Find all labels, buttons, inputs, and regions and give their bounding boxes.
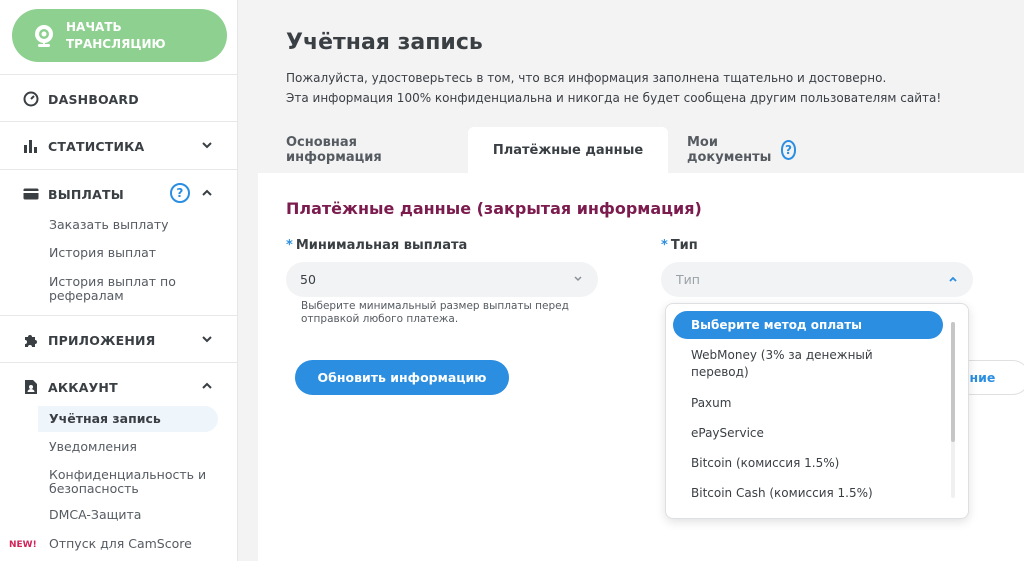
sidebar-item-apps[interactable]: ПРИЛОЖЕНИЯ (22, 329, 222, 351)
tab-payment-data[interactable]: Платёжные данные (468, 127, 668, 173)
sidebar-subitem-account-record[interactable]: Учётная запись (38, 406, 218, 432)
dropdown-option-bitcoin[interactable]: Bitcoin (комиссия 1.5%) (691, 455, 901, 472)
dropdown-option-placeholder[interactable]: Выберите метод оплаты (673, 311, 943, 339)
chevron-up-icon (200, 379, 214, 393)
chevron-down-icon (572, 273, 584, 285)
sidebar-item-label: АККАУНТ (48, 379, 118, 395)
min-payout-select[interactable]: 50 (286, 262, 598, 297)
sidebar-item-label: ПРИЛОЖЕНИЯ (48, 332, 156, 348)
required-star: * (286, 238, 293, 253)
sidebar-subitem-notifications[interactable]: Уведомления (49, 440, 137, 454)
min-payout-value: 50 (300, 272, 316, 287)
tab-basic-info[interactable]: Основная информация (286, 127, 382, 173)
puzzle-icon (22, 331, 40, 349)
min-payout-label-text: Минимальная выплата (295, 238, 468, 253)
type-label: * Тип (661, 238, 698, 253)
dropdown-option-paxum[interactable]: Paxum (691, 395, 901, 412)
tab-my-documents[interactable]: Мои документы ? (687, 127, 797, 173)
sidebar-subitem-payout-history[interactable]: История выплат (49, 246, 156, 260)
payment-type-select[interactable]: Тип (661, 262, 973, 297)
divider (0, 315, 238, 316)
tab-label: Мои документы (687, 135, 772, 165)
dropdown-option-webmoney[interactable]: WebMoney (3% за денежный перевод) (691, 347, 901, 381)
new-badge: NEW! (9, 540, 37, 550)
dropdown-option-bitcoin-cash[interactable]: Bitcoin Cash (комиссия 1.5%) (691, 485, 901, 502)
user-file-icon (22, 378, 40, 396)
sidebar-subitem-privacy-security[interactable]: Конфиденциальность и безопасность (49, 468, 219, 496)
divider (0, 169, 238, 170)
required-star: * (661, 238, 668, 253)
min-payout-hint: Выберите минимальный размер выплаты пере… (301, 300, 569, 325)
dropdown-option-epayservice[interactable]: ePayService (691, 425, 901, 442)
sidebar-item-label: СТАТИСТИКА (48, 138, 145, 154)
chevron-down-icon (200, 332, 214, 346)
page-description-line-1: Пожалуйста, удостоверьтесь в том, что вс… (286, 71, 887, 85)
help-icon[interactable]: ? (780, 140, 797, 160)
webcam-icon (30, 22, 58, 50)
sidebar-subitem-order-payout[interactable]: Заказать выплату (49, 218, 169, 232)
section-title: Платёжные данные (закрытая информация) (286, 199, 702, 218)
sidebar-subitem-referral-payout-history[interactable]: История выплат по рефералам (49, 275, 214, 303)
sidebar-item-label: DASHBOARD (48, 91, 139, 107)
payment-method-dropdown: Выберите метод оплаты WebMoney (3% за де… (665, 303, 969, 519)
sidebar: НАЧАТЬ ТРАНСЛЯЦИЮ DASHBOARD СТАТИСТИКА В… (0, 0, 238, 561)
divider (0, 121, 238, 122)
sidebar-item-dashboard[interactable]: DASHBOARD (22, 88, 222, 110)
divider (0, 74, 238, 75)
gauge-icon (22, 90, 40, 108)
payment-type-placeholder: Тип (676, 272, 700, 287)
page-description-line-2: Эта информация 100% конфиденциальна и ни… (286, 91, 942, 105)
sidebar-subitem-dmca[interactable]: DMCA-Защита (49, 508, 141, 522)
divider (0, 362, 238, 363)
sidebar-item-label: ВЫПЛАТЫ (48, 186, 124, 202)
bar-chart-icon (22, 137, 40, 155)
start-stream-button[interactable]: НАЧАТЬ ТРАНСЛЯЦИЮ (12, 9, 227, 62)
credit-card-icon (22, 185, 40, 203)
dropdown-scrollbar-thumb[interactable] (951, 322, 955, 442)
sidebar-item-payouts[interactable]: ВЫПЛАТЫ ? (22, 183, 222, 205)
tab-label: Платёжные данные (492, 142, 644, 158)
tab-label: Основная информация (286, 135, 382, 165)
chevron-down-icon (200, 138, 214, 152)
page-title: Учётная запись (286, 30, 483, 55)
update-info-button[interactable]: Обновить информацию (295, 360, 509, 395)
min-payout-label: * Минимальная выплата (286, 238, 467, 253)
sidebar-item-account[interactable]: АККАУНТ (22, 376, 222, 398)
sidebar-item-statistics[interactable]: СТАТИСТИКА (22, 135, 222, 157)
chevron-up-icon (200, 186, 214, 200)
sidebar-subitem-camscore-vacation[interactable]: Отпуск для CamScore (49, 537, 192, 551)
start-stream-label: НАЧАТЬ ТРАНСЛЯЦИЮ (66, 19, 166, 51)
chevron-up-icon (947, 273, 959, 285)
help-icon[interactable]: ? (170, 183, 190, 203)
type-label-text: Тип (670, 238, 698, 253)
